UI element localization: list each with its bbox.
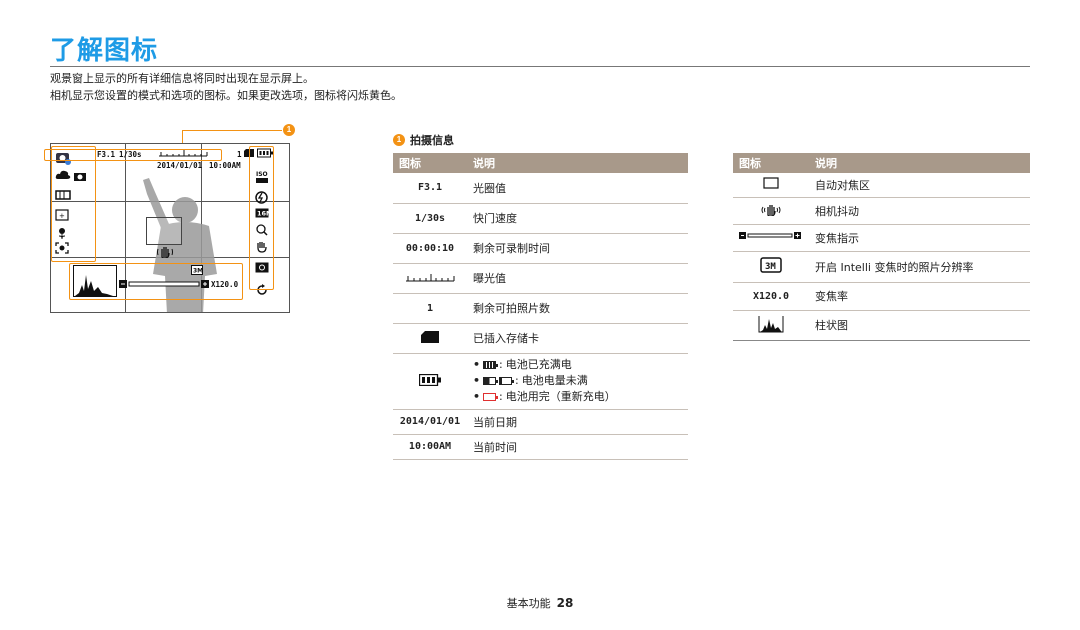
row-desc: 光圈值 (467, 173, 688, 204)
zoom-bar-icon (739, 232, 801, 239)
camera-shake-icon (761, 205, 781, 217)
page-number: 28 (556, 596, 574, 610)
zoom-ratio-icon: X120.0 (733, 282, 809, 311)
battery-low-icon (499, 377, 515, 385)
aperture-value-icon: F3.1 (393, 173, 467, 204)
row-desc: 当前时间 (467, 434, 688, 460)
af-frame (146, 217, 182, 245)
battery-empty-line: •: 电池用完（重新充电） (473, 390, 616, 403)
intro-line-2: 相机显示您设置的模式和选项的图标。如果更改选项，图标将闪烁黄色。 (50, 89, 402, 102)
table-row: •: 电池已充满电 •: 电池电量未满 •: 电池用完（重新充电） (393, 353, 688, 410)
highlight-left-info (51, 146, 96, 262)
table-header-row: 图标 说明 (733, 153, 1030, 173)
battery-full-line: •: 电池已充满电 (473, 358, 572, 371)
shots-remaining-icon: 1 (393, 293, 467, 324)
row-desc: 已插入存储卡 (467, 323, 688, 354)
intro-line-1: 观景窗上显示的所有详细信息将同时出现在显示屏上。 (50, 72, 314, 85)
callout-number-marker: 1 (283, 124, 295, 136)
battery-empty-desc: 电池用完（重新充电） (505, 390, 616, 403)
recording-time-icon: 00:00:10 (393, 233, 467, 264)
table-row: 自动对焦区 (733, 173, 1030, 198)
table-row: 3M 开启 Intelli 变焦时的照片分辨率 (733, 251, 1030, 283)
title-divider (50, 66, 1030, 67)
battery-partial-desc: 电池电量未满 (521, 374, 588, 387)
table-row: 1 剩余可拍照片数 (393, 293, 688, 324)
table-row: F3.1 光圈值 (393, 173, 688, 204)
table-row: 相机抖动 (733, 197, 1030, 225)
osd-shots: 1 (237, 150, 242, 159)
column-header-desc: 说明 (809, 153, 1030, 173)
row-desc: 剩余可录制时间 (467, 233, 688, 264)
histogram-icon (758, 315, 784, 332)
table-row: X120.0 变焦率 (733, 282, 1030, 311)
column-header-desc: 说明 (467, 153, 688, 173)
column-header-icon: 图标 (393, 153, 467, 173)
section-heading: 1 拍摄信息 (393, 132, 454, 148)
battery-full-icon (418, 373, 441, 386)
osd-date: 2014/01/01 (157, 161, 203, 170)
intro-text: 观景窗上显示的所有详细信息将同时出现在显示屏上。 相机显示您设置的模式和选项的图… (50, 70, 402, 104)
table-row: 曝光值 (393, 263, 688, 294)
page-title: 了解图标 (50, 36, 159, 66)
current-time-icon: 10:00AM (393, 434, 467, 460)
row-desc: 开启 Intelli 变焦时的照片分辨率 (809, 251, 1030, 283)
highlight-bottom-info (69, 263, 243, 300)
row-desc: 变焦率 (809, 282, 1030, 311)
callout-leader-line (182, 130, 282, 144)
section-heading-text: 拍摄信息 (410, 134, 454, 147)
row-desc: 剩余可拍照片数 (467, 293, 688, 324)
shutter-speed-icon: 1/30s (393, 203, 467, 234)
shooting-info-table-1: 图标 说明 F3.1 光圈值 1/30s 快门速度 00:00:10 剩余可录制… (393, 153, 688, 460)
memory-card-icon (421, 330, 439, 343)
table-row: 已插入存储卡 (393, 323, 688, 354)
osd-time: 10:00AM (209, 161, 241, 170)
table-row: 10:00AM 当前时间 (393, 434, 688, 460)
row-desc: 当前日期 (467, 409, 688, 435)
row-desc: 快门速度 (467, 203, 688, 234)
table-row: 00:00:10 剩余可录制时间 (393, 233, 688, 264)
battery-partial-line: •: 电池电量未满 (473, 374, 588, 387)
af-frame-icon (763, 177, 779, 189)
table-row: 1/30s 快门速度 (393, 203, 688, 234)
battery-status-list: •: 电池已充满电 •: 电池电量未满 •: 电池用完（重新充电） (467, 353, 688, 410)
column-header-icon: 图标 (733, 153, 809, 173)
section-number-marker: 1 (393, 134, 405, 146)
battery-full-desc: 电池已充满电 (505, 358, 572, 371)
battery-empty-icon (483, 393, 499, 401)
battery-half-icon (483, 377, 499, 385)
page-footer: 基本功能 28 (0, 595, 1080, 611)
row-desc: 自动对焦区 (809, 173, 1030, 198)
footer-section-label: 基本功能 (506, 597, 551, 610)
table-row: 2014/01/01 当前日期 (393, 409, 688, 435)
row-desc: 曝光值 (467, 263, 688, 294)
intelli-zoom-icon: 3M (760, 257, 782, 273)
battery-full-icon (483, 361, 499, 369)
shooting-info-table-2: 图标 说明 自动对焦区 相机抖动 变焦指示 3M 开启 Intelli 变焦时的… (733, 153, 1030, 341)
row-desc: 相机抖动 (809, 197, 1030, 225)
exposure-scale-icon (406, 273, 455, 281)
table-row: 变焦指示 (733, 224, 1030, 252)
camera-shake-icon (157, 247, 173, 258)
current-date-icon: 2014/01/01 (393, 409, 467, 435)
highlight-right-info (249, 146, 274, 290)
table-header-row: 图标 说明 (393, 153, 688, 173)
svg-text:3M: 3M (765, 262, 776, 272)
row-desc: 柱状图 (809, 310, 1030, 341)
table-row: 柱状图 (733, 310, 1030, 341)
row-desc: 变焦指示 (809, 224, 1030, 252)
